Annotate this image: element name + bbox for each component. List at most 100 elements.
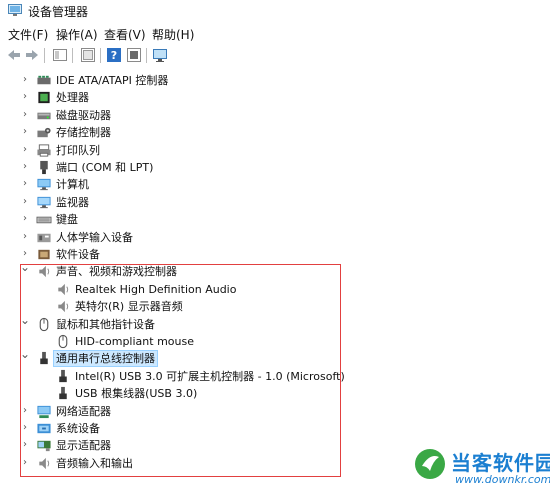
window-title: 设备管理器 [28, 5, 89, 19]
tree-category[interactable]: › 磁盘驱动器 [0, 107, 550, 124]
expand-chevron-icon[interactable]: › [20, 247, 30, 261]
usb-icon [59, 369, 67, 383]
hid-icon [37, 233, 51, 243]
expand-chevron-icon[interactable]: › [20, 212, 30, 226]
expand-chevron-icon[interactable]: › [20, 230, 30, 244]
tree-category[interactable]: › 软件设备 [0, 246, 550, 263]
menu-action[interactable]: 操作(A) [56, 26, 98, 43]
display-adapter-icon [37, 440, 51, 452]
title-bar: 设备管理器 [0, 0, 550, 22]
help-icon[interactable]: ? [106, 47, 122, 63]
back-icon[interactable] [6, 47, 22, 63]
tree-item-label: 存储控制器 [56, 126, 111, 139]
tree-item-label: 英特尔(R) 显示器音频 [75, 300, 183, 313]
svg-text:?: ? [111, 49, 117, 62]
ide-controller-icon [37, 75, 51, 85]
expand-chevron-icon[interactable]: › [20, 73, 30, 87]
tree-category[interactable]: › 计算机 [0, 176, 550, 193]
tree-item-label: 音频输入和输出 [56, 457, 133, 470]
processor-icon [38, 91, 50, 104]
tree-category[interactable]: › 打印队列 [0, 142, 550, 159]
usb-icon [59, 386, 67, 400]
expand-chevron-icon[interactable]: › [20, 177, 30, 191]
mouse-icon [39, 317, 49, 332]
tree-category[interactable]: › 系统设备 [0, 420, 550, 437]
menu-file[interactable]: 文件(F) [8, 26, 48, 43]
speaker-icon [39, 265, 50, 278]
speaker-icon [58, 283, 69, 296]
expand-chevron-icon[interactable]: › [20, 160, 30, 174]
storage-controller-icon [37, 127, 51, 138]
tree-device[interactable]: Intel(R) USB 3.0 可扩展主机控制器 - 1.0 (Microso… [0, 368, 550, 385]
toolbar-separator [44, 48, 45, 63]
tree-category[interactable]: ⌄ 通用串行总线控制器 [0, 347, 550, 367]
computer-icon [37, 178, 51, 191]
tree-device[interactable]: USB 根集线器(USB 3.0) [0, 385, 550, 402]
disk-drive-icon [37, 112, 51, 120]
mouse-icon [58, 334, 68, 349]
toolbar-separator [100, 48, 101, 63]
tree-item-label: 键盘 [56, 213, 78, 226]
expand-chevron-icon[interactable]: › [20, 90, 30, 104]
expand-chevron-icon[interactable]: › [20, 195, 30, 209]
properties-icon[interactable] [52, 47, 68, 63]
tree-device[interactable]: Realtek High Definition Audio [0, 281, 550, 298]
collapse-chevron-icon[interactable]: ⌄ [20, 347, 30, 361]
forward-icon[interactable] [24, 47, 40, 63]
tree-item-label: USB 根集线器(USB 3.0) [75, 387, 198, 400]
tree-category[interactable]: › 监视器 [0, 194, 550, 211]
monitor-icon[interactable] [152, 47, 168, 63]
tree-item-label: 通用串行总线控制器 [53, 350, 158, 367]
watermark: 当客软件园 www.downkr.com [413, 447, 550, 490]
expand-chevron-icon[interactable]: › [20, 456, 30, 470]
software-device-icon [38, 249, 50, 260]
tree-item-label: HID-compliant mouse [75, 335, 194, 348]
tree-category[interactable]: › 端口 (COM 和 LPT) [0, 159, 550, 176]
action-icon[interactable] [126, 47, 142, 63]
expand-chevron-icon[interactable]: › [20, 125, 30, 139]
collapse-chevron-icon[interactable]: ⌄ [20, 313, 30, 327]
collapse-chevron-icon[interactable]: ⌄ [20, 260, 30, 274]
tree-device[interactable]: 英特尔(R) 显示器音频 [0, 298, 550, 315]
tree-category[interactable]: ⌄ 鼠标和其他指针设备 [0, 313, 550, 333]
tree-item-label: 端口 (COM 和 LPT) [56, 161, 154, 174]
watermark-logo-icon [415, 449, 445, 479]
tree-item-label: 软件设备 [56, 248, 100, 261]
tree-category[interactable]: › 人体学输入设备 [0, 229, 550, 246]
tree-category[interactable]: › 存储控制器 [0, 124, 550, 141]
expand-chevron-icon[interactable]: › [20, 108, 30, 122]
tree-category[interactable]: › 处理器 [0, 89, 550, 106]
tree-item-label: 声音、视频和游戏控制器 [56, 265, 177, 278]
menu-view[interactable]: 查看(V) [104, 26, 146, 43]
tree-category[interactable]: ⌄ 声音、视频和游戏控制器 [0, 260, 550, 280]
tree-category[interactable]: › IDE ATA/ATAPI 控制器 [0, 72, 550, 89]
tree-item-label: 打印队列 [56, 144, 100, 157]
monitor-icon [37, 196, 51, 209]
toolbar: ? [0, 45, 550, 67]
keyboard-icon [36, 216, 52, 224]
tree-item-label: 显示适配器 [56, 439, 111, 452]
speaker-icon [39, 457, 50, 470]
printer-icon [37, 144, 51, 157]
expand-chevron-icon[interactable]: › [20, 143, 30, 157]
expand-chevron-icon[interactable]: › [20, 421, 30, 435]
menu-help[interactable]: 帮助(H) [152, 26, 194, 43]
port-icon [40, 160, 48, 175]
toolbar-separator [72, 48, 73, 63]
tree-item-label: 处理器 [56, 91, 89, 104]
expand-chevron-icon[interactable]: › [20, 404, 30, 418]
tree-item-label: Realtek High Definition Audio [75, 283, 237, 296]
tree-item-label: 计算机 [56, 178, 89, 191]
tree-category[interactable]: › 网络适配器 [0, 403, 550, 420]
watermark-url: www.downkr.com [455, 473, 550, 486]
view-icon[interactable] [80, 47, 96, 63]
system-device-icon [37, 423, 51, 434]
tree-device[interactable]: HID-compliant mouse [0, 333, 550, 350]
network-adapter-icon [37, 405, 51, 419]
tree-item-label: 鼠标和其他指针设备 [56, 318, 155, 331]
tree-category[interactable]: › 键盘 [0, 211, 550, 228]
usb-icon [40, 351, 48, 365]
menu-bar: 文件(F) 操作(A) 查看(V) 帮助(H) [0, 24, 550, 44]
tree-item-label: 系统设备 [56, 422, 100, 435]
expand-chevron-icon[interactable]: › [20, 438, 30, 452]
